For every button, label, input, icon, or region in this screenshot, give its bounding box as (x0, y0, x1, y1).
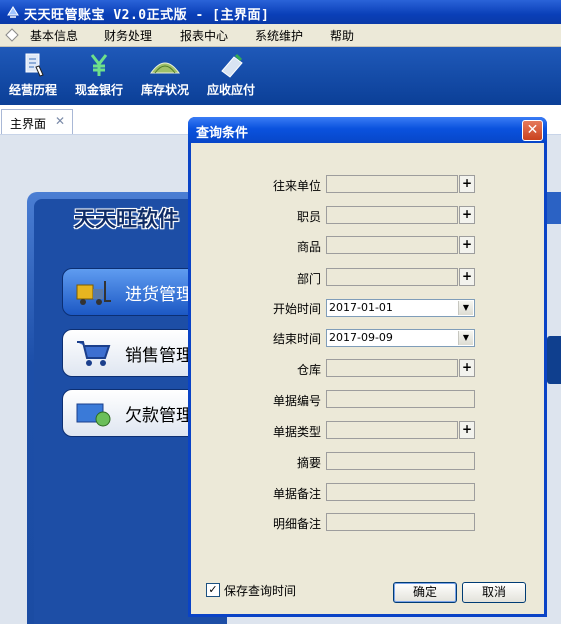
counterparty-lookup-button[interactable]: + (459, 175, 475, 193)
staff-input[interactable] (326, 206, 458, 224)
menu-system[interactable]: 系统维护 (255, 27, 303, 44)
doc-type-lookup-button[interactable]: + (459, 421, 475, 439)
toolbar-inventory-label: 库存状况 (140, 83, 189, 97)
tab-close-icon[interactable]: ✕ (55, 114, 65, 128)
start-date-picker[interactable]: 2017-01-01 ▼ (326, 299, 475, 317)
right-panel-edge (547, 192, 561, 224)
detail-remark-input[interactable] (326, 513, 475, 531)
end-date-value: 2017-09-09 (329, 331, 393, 344)
toolbar-cash-bank[interactable]: 现金银行 (66, 51, 132, 103)
save-query-time-label[interactable]: 保存查询时间 (224, 582, 296, 599)
warehouse-input[interactable] (326, 359, 458, 377)
field-label-start-date: 开始时间 (272, 302, 321, 316)
field-label-doc-remark: 单据备注 (272, 487, 321, 501)
module-purchase-label: 进货管理 (125, 285, 193, 305)
tab-main-label: 主界面 (10, 117, 47, 131)
cancel-button[interactable]: 取消 (462, 582, 526, 603)
department-input[interactable] (326, 268, 458, 286)
dialog-close-icon[interactable]: ✕ (522, 120, 543, 141)
field-label-summary: 摘要 (296, 456, 321, 470)
start-date-value: 2017-01-01 (329, 301, 393, 314)
staff-lookup-button[interactable]: + (459, 206, 475, 224)
invoice-pen-icon (221, 53, 243, 78)
tab-main[interactable]: 主界面 ✕ (1, 109, 73, 134)
module-sales-label: 销售管理 (125, 346, 193, 366)
module-purchase-button[interactable]: 进货管理 (62, 268, 204, 316)
toolbar-receivables[interactable]: 应收应付 (198, 51, 264, 103)
toolbar: 经营历程 现金银行 库存状况 应收应付 (0, 47, 561, 105)
cart-icon (77, 341, 111, 366)
hand-document-icon (25, 53, 44, 77)
field-label-detail-remark: 明细备注 (272, 517, 321, 531)
field-label-end-date: 结束时间 (272, 332, 321, 346)
window-title: 天天旺管账宝 V2.0正式版 - [主界面] (24, 8, 270, 23)
window-titlebar[interactable]: 天天旺管账宝 V2.0正式版 - [主界面] (0, 0, 561, 24)
doc-number-input[interactable] (326, 390, 475, 408)
forklift-icon (76, 281, 111, 305)
module-sales-button[interactable]: 销售管理 (62, 329, 204, 377)
warehouse-icon (150, 62, 180, 74)
toolbar-cash-bank-label: 现金银行 (74, 83, 123, 97)
doc-remark-input[interactable] (326, 483, 475, 501)
end-date-picker[interactable]: 2017-09-09 ▼ (326, 329, 475, 347)
dialog-title: 查询条件 (196, 126, 249, 141)
counterparty-input[interactable] (326, 175, 458, 193)
department-lookup-button[interactable]: + (459, 268, 475, 286)
field-label-product: 商品 (296, 240, 321, 254)
menu-bar: 基本信息 财务处理 报表中心 系统维护 帮助 (0, 24, 561, 47)
module-debt-button[interactable]: 欠款管理 (62, 389, 204, 437)
menu-reports[interactable]: 报表中心 (180, 27, 228, 44)
field-label-warehouse: 仓库 (296, 363, 321, 377)
product-lookup-button[interactable]: + (459, 236, 475, 254)
module-debt-label: 欠款管理 (125, 406, 193, 426)
doc-type-input[interactable] (326, 421, 458, 439)
yen-icon (90, 54, 108, 76)
field-label-staff: 职员 (296, 210, 321, 224)
toolbar-business-history-label: 经营历程 (8, 83, 57, 97)
money-icon (76, 403, 111, 427)
summary-input[interactable] (326, 452, 475, 470)
chevron-down-icon[interactable]: ▼ (458, 331, 473, 345)
menu-basic-info[interactable]: 基本信息 (30, 27, 78, 44)
field-label-doc-type: 单据类型 (272, 425, 321, 439)
menu-help[interactable]: 帮助 (330, 27, 354, 44)
warehouse-lookup-button[interactable]: + (459, 359, 475, 377)
app-icon (7, 6, 19, 18)
product-input[interactable] (326, 236, 458, 254)
field-label-counterparty: 往来单位 (272, 179, 321, 193)
ok-button[interactable]: 确定 (393, 582, 457, 603)
menu-finance[interactable]: 财务处理 (104, 27, 152, 44)
field-label-doc-number: 单据编号 (272, 394, 321, 408)
toolbar-inventory[interactable]: 库存状况 (132, 51, 198, 103)
field-label-department: 部门 (296, 272, 321, 286)
toolbar-receivables-label: 应收应付 (206, 83, 255, 97)
save-query-time-checkbox[interactable]: ✓ (206, 583, 220, 597)
panel-title: 天天旺软件 (74, 207, 179, 231)
toolbar-business-history[interactable]: 经营历程 (0, 51, 66, 103)
chevron-down-icon[interactable]: ▼ (458, 301, 473, 315)
right-panel-tab[interactable] (547, 336, 561, 384)
system-menu-icon[interactable] (4, 27, 20, 43)
